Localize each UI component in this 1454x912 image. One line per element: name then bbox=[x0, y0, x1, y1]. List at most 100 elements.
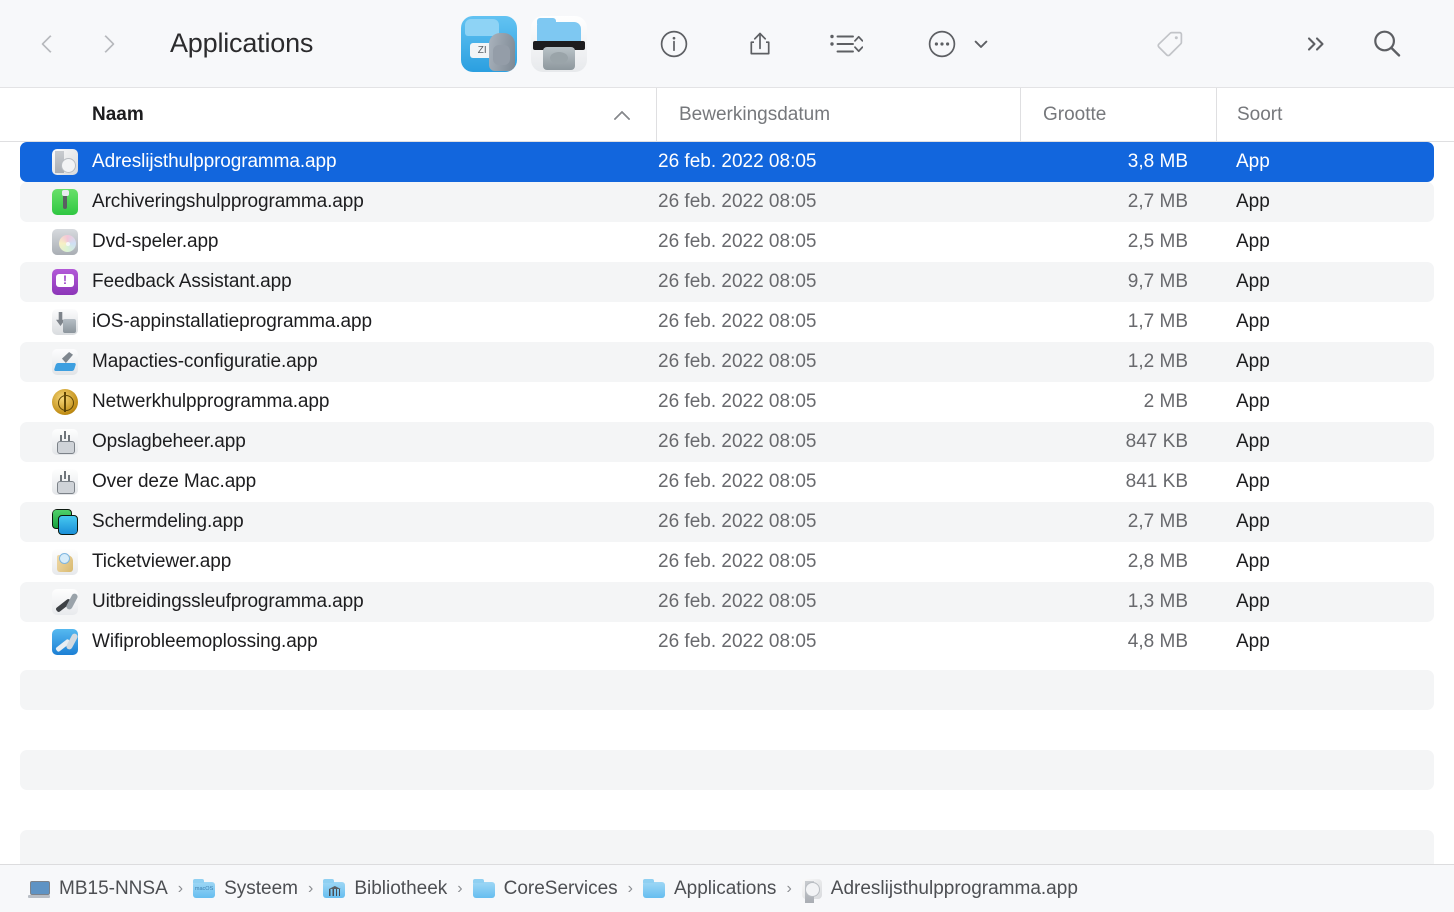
file-size-cell: 2,5 MB bbox=[1127, 231, 1188, 252]
file-size-cell: 4,8 MB bbox=[1127, 631, 1188, 652]
file-name-cell: Uitbreidingssleufprogramma.app bbox=[20, 589, 656, 615]
addressbook-app-icon bbox=[801, 878, 822, 903]
file-name-cell: Netwerkhulpprogramma.app bbox=[20, 389, 656, 415]
empty-row-stripe bbox=[20, 750, 1434, 790]
file-kind-cell: App bbox=[1236, 471, 1270, 492]
wireless-diagnostics-icon bbox=[52, 629, 78, 655]
breadcrumb-separator: › bbox=[627, 879, 633, 897]
file-size-cell: 1,7 MB bbox=[1127, 311, 1188, 332]
folder-icon bbox=[472, 879, 495, 898]
about-this-mac-icon bbox=[52, 469, 78, 495]
table-row[interactable]: Archiveringshulpprogramma.app 26 feb. 202… bbox=[20, 182, 1434, 222]
library-columns-badge bbox=[329, 886, 341, 896]
file-name-cell: Opslagbeheer.app bbox=[20, 429, 656, 455]
macos-folder-badge: macOS bbox=[194, 886, 214, 892]
overflow-chevrons-icon[interactable] bbox=[1301, 29, 1331, 59]
table-row[interactable]: Adreslijsthulpprogramma.app 26 feb. 2022 … bbox=[20, 142, 1434, 182]
search-icon[interactable] bbox=[1369, 26, 1405, 62]
file-date-cell: 26 feb. 2022 08:05 bbox=[658, 391, 817, 412]
more-actions-icon[interactable] bbox=[925, 27, 959, 61]
file-kind-cell: App bbox=[1236, 431, 1270, 452]
breadcrumb-item-label: Adreslijsthulpprogramma.app bbox=[830, 877, 1078, 899]
breadcrumb-item[interactable]: CoreServices bbox=[472, 878, 618, 900]
archive-utility-app-icon[interactable]: ZI bbox=[461, 15, 518, 72]
list-view-icon[interactable] bbox=[829, 29, 864, 59]
breadcrumb: MB15-NNSA › macOS Systeem › Bibliotheek › CoreS… bbox=[0, 864, 1454, 912]
table-row[interactable]: Wifiprobleemoplossing.app 26 feb. 2022 08… bbox=[20, 622, 1434, 662]
file-size-cell: 2,8 MB bbox=[1127, 551, 1188, 572]
breadcrumb-item[interactable]: Adreslijsthulpprogramma.app bbox=[801, 877, 1078, 903]
file-date-cell: 26 feb. 2022 08:05 bbox=[658, 591, 817, 612]
table-row[interactable]: Opslagbeheer.app 26 feb. 2022 08:05 847 KB… bbox=[20, 422, 1434, 462]
breadcrumb-item-label: Bibliotheek bbox=[354, 877, 448, 899]
column-header-name-label: Naam bbox=[92, 103, 144, 125]
tag-icon[interactable] bbox=[1153, 27, 1187, 61]
share-icon[interactable] bbox=[743, 27, 777, 61]
info-icon[interactable] bbox=[657, 27, 691, 61]
column-header-size-label: Grootte bbox=[1043, 103, 1107, 125]
file-date-cell: 26 feb. 2022 08:05 bbox=[658, 551, 817, 572]
file-size-cell: 2,7 MB bbox=[1127, 191, 1188, 212]
file-size-cell: 1,2 MB bbox=[1127, 351, 1188, 372]
forward-button[interactable] bbox=[94, 31, 120, 57]
addressbook-app-icon bbox=[52, 149, 78, 175]
file-size-cell: 841 KB bbox=[1125, 471, 1188, 492]
file-date-cell: 26 feb. 2022 08:05 bbox=[658, 431, 817, 452]
file-name-cell: iOS-appinstallatieprogramma.app bbox=[20, 309, 656, 335]
table-row[interactable]: Ticketviewer.app 26 feb. 2022 08:05 2,8 MB… bbox=[20, 542, 1434, 582]
file-name-label: Feedback Assistant.app bbox=[92, 271, 292, 292]
file-date-cell: 26 feb. 2022 08:05 bbox=[658, 231, 817, 252]
breadcrumb-separator: › bbox=[177, 879, 184, 897]
file-name-cell: Adreslijsthulpprogramma.app bbox=[20, 149, 656, 175]
table-row[interactable]: Netwerkhulpprogramma.app 26 feb. 2022 08:… bbox=[20, 382, 1434, 422]
file-name-label: Dvd-speler.app bbox=[92, 231, 219, 252]
breadcrumb-item[interactable]: macOS Systeem bbox=[193, 878, 298, 900]
navigation-arrows bbox=[36, 31, 120, 57]
column-header-size[interactable]: Grootte bbox=[1020, 88, 1216, 141]
file-date-cell: 26 feb. 2022 08:05 bbox=[658, 631, 817, 652]
table-row[interactable]: Dvd-speler.app 26 feb. 2022 08:05 2,5 MB Ap… bbox=[20, 222, 1434, 262]
printer-body-shape bbox=[543, 46, 576, 70]
archive-backpack-shape bbox=[489, 32, 516, 71]
file-name-cell: Feedback Assistant.app bbox=[20, 269, 656, 295]
printer-scanner-app-icon[interactable] bbox=[531, 15, 588, 72]
feedback-assistant-app-icon bbox=[52, 269, 78, 295]
table-row[interactable]: Feedback Assistant.app 26 feb. 2022 08:05… bbox=[20, 262, 1434, 302]
file-kind-cell: App bbox=[1236, 191, 1270, 212]
table-row[interactable]: Mapacties-configuratie.app 26 feb. 2022 0… bbox=[20, 342, 1434, 382]
file-kind-cell: App bbox=[1236, 631, 1270, 652]
file-kind-cell: App bbox=[1236, 391, 1270, 412]
file-kind-cell: App bbox=[1236, 151, 1270, 172]
file-name-cell: Wifiprobleemoplossing.app bbox=[20, 629, 656, 655]
file-date-cell: 26 feb. 2022 08:05 bbox=[658, 511, 817, 532]
breadcrumb-item[interactable]: Bibliotheek bbox=[323, 878, 447, 900]
back-button[interactable] bbox=[36, 31, 62, 57]
file-name-label: Netwerkhulpprogramma.app bbox=[92, 391, 330, 412]
breadcrumb-item[interactable]: Applications bbox=[642, 877, 777, 900]
table-row[interactable]: iOS-appinstallatieprogramma.app 26 feb. 2… bbox=[20, 302, 1434, 342]
sort-ascending-icon bbox=[616, 109, 628, 121]
column-header-name[interactable]: Naam bbox=[0, 88, 656, 141]
file-date-cell: 26 feb. 2022 08:05 bbox=[658, 311, 817, 332]
more-actions-chevron-down-icon[interactable] bbox=[971, 34, 991, 54]
file-kind-cell: App bbox=[1236, 511, 1270, 532]
file-size-cell: 9,7 MB bbox=[1127, 271, 1188, 292]
file-name-label: iOS-appinstallatieprogramma.app bbox=[92, 311, 372, 332]
column-header-date-modified[interactable]: Bewerkingsdatum bbox=[656, 88, 1020, 141]
breadcrumb-item[interactable]: MB15-NNSA bbox=[28, 878, 168, 900]
archive-app-icon bbox=[52, 189, 78, 215]
file-name-label: Uitbreidingssleufprogramma.app bbox=[92, 591, 364, 612]
table-row[interactable]: Over deze Mac.app 26 feb. 2022 08:05 841 K… bbox=[20, 462, 1434, 502]
folder-icon bbox=[642, 879, 665, 898]
column-header-kind-label: Soort bbox=[1237, 103, 1283, 125]
breadcrumb-item-label: Applications bbox=[673, 877, 777, 899]
table-row[interactable]: Uitbreidingssleufprogramma.app 26 feb. 20… bbox=[20, 582, 1434, 622]
table-row[interactable]: Schermdeling.app 26 feb. 2022 08:05 2,7 MB… bbox=[20, 502, 1434, 542]
file-name-label: Ticketviewer.app bbox=[92, 551, 232, 572]
file-kind-cell: App bbox=[1236, 351, 1270, 372]
file-list[interactable]: Adreslijsthulpprogramma.app 26 feb. 2022 … bbox=[0, 142, 1454, 870]
column-header-kind[interactable]: Soort bbox=[1216, 88, 1454, 141]
network-utility-icon bbox=[52, 389, 78, 415]
empty-row-stripe bbox=[20, 670, 1434, 710]
breadcrumb-item-label: Systeem bbox=[224, 877, 298, 899]
